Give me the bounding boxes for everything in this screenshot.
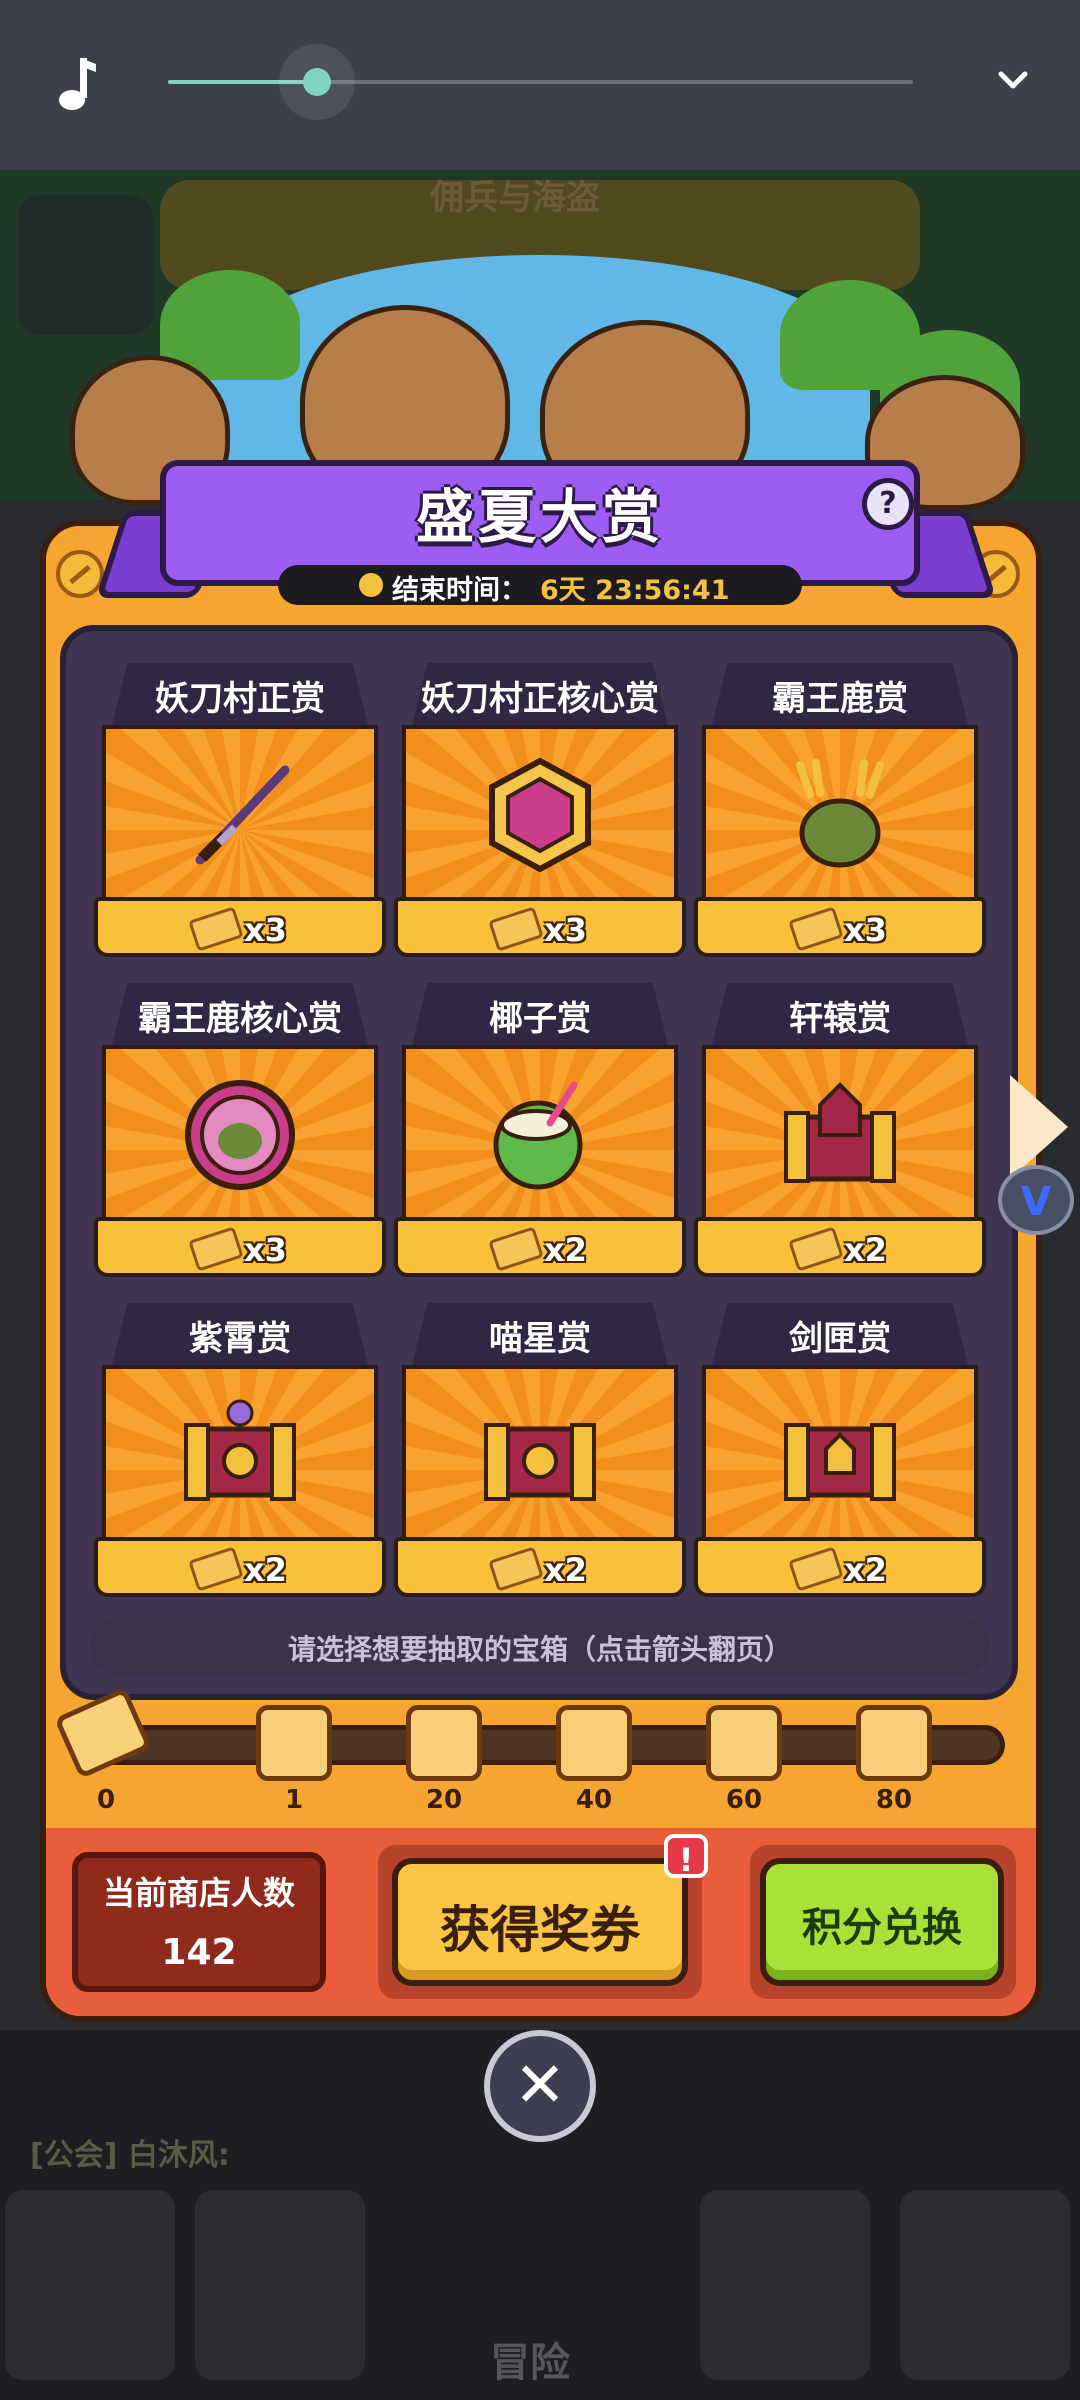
treasure-tab-icon	[900, 2190, 1070, 2380]
coconut-icon	[493, 1081, 583, 1190]
xuanyuan-chest-icon	[784, 1082, 896, 1183]
purple-chest-icon	[184, 1399, 296, 1501]
deer-core-icon	[185, 1080, 295, 1190]
chest-cost: x3	[244, 911, 287, 949]
chest-name: 妖刀村正核心赏	[421, 679, 659, 719]
alert-badge: !	[664, 1834, 708, 1879]
timer-label: 结束时间：	[392, 575, 527, 606]
chest-card[interactable]: 霸王鹿核心赏 x3	[94, 983, 386, 1288]
playback-slider-knob[interactable]	[303, 68, 331, 96]
timer-value: 6天 23:56:41	[540, 575, 730, 606]
guild-chat-text: [公会] 白沐风:	[30, 2138, 230, 2173]
chest-name: 喵星赏	[489, 1319, 591, 1359]
chest-card[interactable]: 紫霄赏 x2	[94, 1303, 386, 1608]
chest-card[interactable]: 妖刀村正核心赏 x3	[394, 663, 686, 968]
adventure-tab-label: 冒险	[490, 2340, 570, 2386]
help-icon[interactable]: ?	[862, 478, 914, 530]
points-exchange-label: 积分兑换	[802, 1905, 962, 1951]
sword-chest-icon	[784, 1423, 896, 1501]
scroll-icon[interactable]	[556, 1705, 632, 1781]
purple-wand-icon[interactable]	[256, 1705, 332, 1781]
chest-card[interactable]: 剑匣赏 x2	[694, 1303, 986, 1608]
next-page-arrow-icon[interactable]	[1010, 1075, 1068, 1179]
shop-count-label: 当前商店人数	[102, 1874, 295, 1912]
chest-cost: x2	[544, 1231, 587, 1269]
chest-name: 轩辕赏	[789, 999, 891, 1039]
media-control-bar	[0, 0, 1080, 170]
chest-name: 霸王鹿赏	[772, 679, 908, 719]
katana-icon	[195, 765, 290, 865]
chest-cost: x2	[244, 1551, 287, 1589]
chest-card[interactable]: 妖刀村正赏 x3	[94, 663, 386, 968]
progress-label: 20	[425, 1785, 463, 1815]
chest-cost: x2	[544, 1551, 587, 1589]
shop-tab-icon	[5, 2190, 175, 2380]
chest-cost: x2	[844, 1231, 887, 1269]
clock-icon	[356, 570, 386, 600]
panel-title: 盛夏大赏	[415, 483, 664, 551]
hint-text: 请选择想要抽取的宝箱（点击箭头翻页）	[287, 1633, 792, 1666]
chest-cost: x3	[544, 911, 587, 949]
chest-cost: x2	[844, 1551, 887, 1589]
progress-label: 60	[725, 1785, 763, 1815]
progress-label: 1	[284, 1785, 304, 1815]
floating-assistant-icon[interactable]: V	[998, 1165, 1074, 1235]
chevron-down-icon[interactable]	[995, 66, 1031, 96]
chest-cost: x3	[844, 911, 887, 949]
chest-card[interactable]: 霸王鹿赏 x3	[694, 663, 986, 968]
screw-icon	[56, 550, 104, 598]
menu-icon	[18, 195, 153, 335]
get-voucher-label: 获得奖券	[440, 1901, 640, 1959]
close-button[interactable]: ✕	[484, 2030, 596, 2142]
ticket-icon[interactable]	[856, 1705, 932, 1781]
chest-cost: x3	[244, 1231, 287, 1269]
shop-count-value: 142	[161, 1932, 237, 1973]
katana-core-icon	[489, 757, 591, 873]
music-note-icon[interactable]	[52, 56, 98, 112]
progress-label: 0	[96, 1785, 116, 1815]
chest-name: 紫霄赏	[189, 1319, 291, 1359]
cat-star-chest-icon	[484, 1423, 596, 1501]
background-header-text: 佣兵与海盗	[430, 178, 600, 218]
chest-name: 剑匣赏	[789, 1319, 891, 1359]
progress-label: 40	[575, 1785, 613, 1815]
helmet-tab-icon	[195, 2190, 365, 2380]
upgrade-tab-icon	[700, 2190, 870, 2380]
deer-king-icon	[796, 759, 884, 868]
ticket-icon[interactable]	[406, 1705, 482, 1781]
progress-label: 80	[875, 1785, 913, 1815]
chest-card[interactable]: 喵星赏 x2	[394, 1303, 686, 1608]
chest-name: 霸王鹿核心赏	[138, 999, 342, 1039]
chest-card[interactable]: 轩辕赏 x2	[694, 983, 986, 1288]
chest-card[interactable]: 椰子赏 x2	[394, 983, 686, 1288]
chest-name: 妖刀村正赏	[155, 679, 325, 719]
purple-wand-icon[interactable]	[706, 1705, 782, 1781]
chest-name: 椰子赏	[489, 999, 591, 1039]
